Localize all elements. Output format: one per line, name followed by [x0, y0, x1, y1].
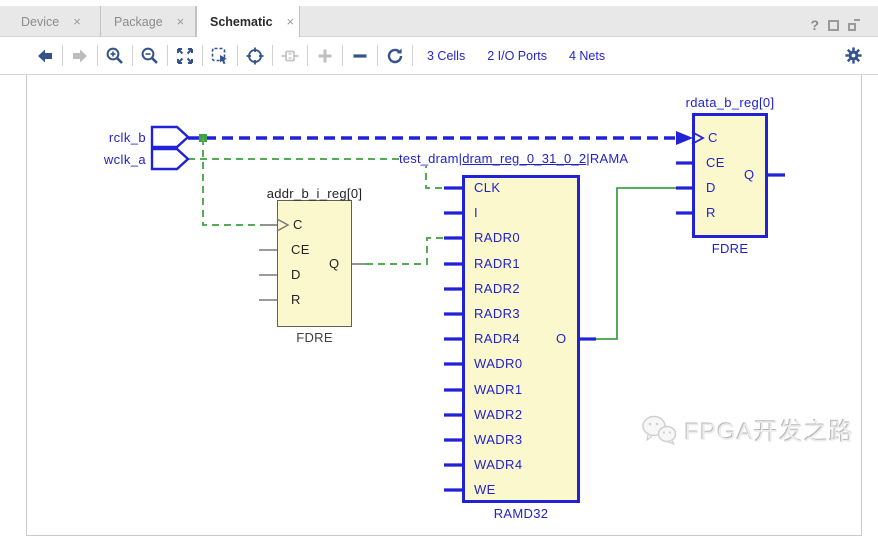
pin-label[interactable]: WADR3	[474, 430, 522, 450]
pin-label[interactable]: I	[474, 203, 478, 223]
tab-schematic-label: Schematic	[197, 15, 287, 29]
tab-device-label: Device	[8, 15, 73, 29]
forward-arrow-icon	[73, 49, 87, 62]
pin-label[interactable]: Q	[744, 165, 755, 185]
back-button[interactable]	[28, 42, 62, 70]
forward-button[interactable]	[63, 42, 97, 70]
pin-label[interactable]: C	[293, 215, 303, 235]
add-cell-button[interactable]	[273, 42, 307, 70]
pin-label[interactable]: R	[291, 290, 301, 310]
float-window-icon[interactable]	[848, 19, 860, 31]
schematic-window: Device × Package × Schematic × ?	[0, 0, 878, 546]
autofit-selection-icon	[245, 46, 265, 66]
cells-link[interactable]: 3 Cells	[427, 49, 465, 63]
tab-device[interactable]: Device ×	[8, 6, 101, 37]
window-controls: ?	[810, 17, 860, 33]
ram-instance-label[interactable]: test_dram|dram_reg_0_31_0_2|RAMA	[399, 151, 628, 166]
zoom-in-icon	[105, 46, 125, 66]
watermark: FPGA开发之路	[641, 412, 854, 447]
autofit-selection-button[interactable]	[238, 42, 272, 70]
zoom-selection-icon	[210, 46, 230, 66]
pin-label[interactable]: CE	[291, 240, 310, 260]
pin-label[interactable]: WADR1	[474, 380, 522, 400]
help-icon[interactable]: ?	[810, 17, 819, 33]
zoom-selection-button[interactable]	[203, 42, 237, 70]
regenerate-button[interactable]	[378, 42, 412, 70]
addr-reg-instance-label[interactable]: addr_b_i_reg[0]	[247, 186, 382, 201]
rdata-reg-instance-label[interactable]: rdata_b_reg[0]	[680, 95, 780, 110]
pin-label[interactable]: RADR2	[474, 279, 520, 299]
pin-label[interactable]: RADR3	[474, 304, 520, 324]
add-cell-icon	[280, 46, 300, 66]
pin-label[interactable]: RADR4	[474, 329, 520, 349]
maximize-icon[interactable]	[828, 20, 839, 31]
pin-label[interactable]: RADR1	[474, 254, 520, 274]
collapse-button[interactable]	[343, 42, 377, 70]
refresh-icon	[385, 46, 405, 66]
wechat-logo-icon	[641, 414, 677, 446]
pin-label[interactable]: WADR0	[474, 354, 522, 374]
back-arrow-icon	[38, 49, 52, 62]
pin-label[interactable]: C	[708, 128, 718, 148]
tab-package-close-icon[interactable]: ×	[177, 15, 195, 28]
port-label-wclk-a[interactable]: wclk_a	[60, 150, 146, 170]
pin-label[interactable]: O	[556, 329, 567, 349]
tab-package[interactable]: Package ×	[101, 6, 196, 37]
plus-icon	[315, 46, 335, 66]
nets-link[interactable]: 4 Nets	[569, 49, 605, 63]
port-label-rclk-b[interactable]: rclk_b	[60, 128, 146, 148]
zoom-out-icon	[140, 46, 160, 66]
expand-button[interactable]	[308, 42, 342, 70]
cell-rdata-b-reg[interactable]	[692, 113, 768, 238]
pin-label[interactable]: WE	[474, 480, 496, 500]
ram-type-label: RAMD32	[462, 506, 580, 521]
pin-label[interactable]: Q	[329, 254, 340, 274]
tab-schematic[interactable]: Schematic ×	[196, 6, 300, 37]
tab-schematic-close-icon[interactable]: ×	[287, 15, 305, 28]
zoom-out-button[interactable]	[133, 42, 167, 70]
pin-label[interactable]: D	[706, 178, 716, 198]
schematic-toolbar: 3 Cells 2 I/O Ports 4 Nets	[0, 37, 878, 75]
pin-label[interactable]: R	[706, 203, 716, 223]
zoom-fit-icon	[175, 46, 195, 66]
tab-bar: Device × Package × Schematic × ?	[0, 6, 878, 37]
pin-label[interactable]: WADR2	[474, 405, 522, 425]
gear-icon	[844, 46, 863, 65]
cell-addr-b-i-reg[interactable]	[277, 200, 352, 327]
watermark-text: FPGA开发之路	[685, 412, 854, 447]
pin-label[interactable]: CLK	[474, 178, 501, 198]
zoom-fit-button[interactable]	[168, 42, 202, 70]
pin-label[interactable]: CE	[706, 153, 725, 173]
pin-label[interactable]: WADR4	[474, 455, 522, 475]
minus-icon	[350, 46, 370, 66]
pin-label[interactable]: RADR0	[474, 228, 520, 248]
io-ports-link[interactable]: 2 I/O Ports	[487, 49, 547, 63]
pin-label[interactable]: D	[291, 265, 301, 285]
settings-button[interactable]	[844, 46, 863, 70]
rdata-reg-type-label: FDRE	[692, 241, 768, 256]
tab-device-close-icon[interactable]: ×	[73, 15, 91, 28]
tab-package-label: Package	[101, 15, 177, 29]
schematic-stats: 3 Cells 2 I/O Ports 4 Nets	[427, 49, 605, 63]
zoom-in-button[interactable]	[98, 42, 132, 70]
addr-reg-type-label: FDRE	[277, 330, 352, 345]
